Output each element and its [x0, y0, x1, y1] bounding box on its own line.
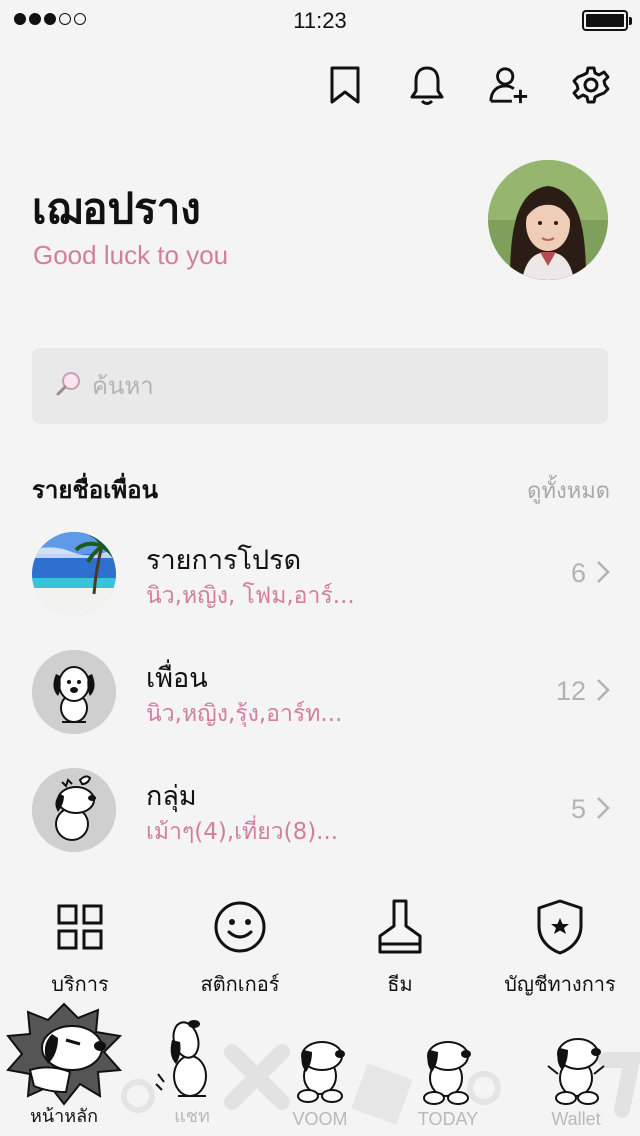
tab-label: Wallet: [551, 1109, 601, 1129]
snoopy-chat-icon: [155, 1020, 207, 1097]
group-count: 5: [570, 794, 586, 824]
header-actions: [324, 62, 612, 108]
profile-status-message[interactable]: Good luck to you: [33, 240, 228, 271]
snoopy-home-icon: [6, 1002, 123, 1106]
add-friend-icon[interactable]: [488, 62, 530, 108]
profile-name[interactable]: เฌอปราง: [32, 176, 201, 242]
brush-icon: [320, 896, 480, 958]
tab-label: หน้าหลัก: [29, 1106, 99, 1126]
group-members: นิว,หญิง,รุ้ง,อาร์ท...: [146, 701, 343, 727]
search-input[interactable]: [92, 372, 572, 400]
friends-thumbnail: [32, 650, 116, 734]
bookmark-icon[interactable]: [324, 62, 366, 108]
gear-icon[interactable]: [570, 62, 612, 108]
favorites-thumbnail: [32, 532, 116, 616]
friend-group-row-favorites[interactable]: รายการโปรด นิว,หญิง, โฟม,อาร์... 6: [0, 532, 640, 628]
shortcut-label: บริการ: [51, 972, 109, 996]
tab-home[interactable]: หน้าหลัก: [0, 1000, 128, 1136]
shortcut-bar: บริการ สติกเกอร์ ธีม บัญชีทางการ: [0, 896, 640, 996]
friend-group-row-friends[interactable]: เพื่อน นิว,หญิง,รุ้ง,อาร์ท... 12: [0, 650, 640, 746]
view-all-link[interactable]: ดูทั้งหมด: [527, 473, 610, 508]
group-count: 12: [555, 676, 586, 706]
group-title: เพื่อน: [146, 663, 208, 694]
friend-group-row-groups[interactable]: กลุ่ม เม้าๆ(4),เที่ยว(8)... 5: [0, 768, 640, 864]
shortcut-label: ธีม: [387, 972, 413, 996]
group-members: นิว,หญิง, โฟม,อาร์...: [146, 583, 355, 609]
group-count: 6: [570, 558, 586, 588]
status-bar: 11:23: [0, 0, 640, 40]
tab-voom[interactable]: VOOM: [256, 1000, 384, 1136]
services-shortcut[interactable]: บริการ: [0, 896, 160, 1000]
group-title: รายการโปรด: [146, 545, 302, 576]
tab-today[interactable]: TODAY: [384, 1000, 512, 1136]
chevron-right-icon: [596, 796, 610, 824]
tab-bar: หน้าหลัก แชท VOOM TODAY Wallet: [0, 1000, 640, 1136]
tab-label: แชท: [174, 1106, 210, 1126]
shortcut-label: บัญชีทางการ: [504, 972, 616, 996]
search-box[interactable]: [32, 348, 608, 424]
tab-label: VOOM: [292, 1109, 348, 1129]
stickers-shortcut[interactable]: สติกเกอร์: [160, 896, 320, 1000]
themes-shortcut[interactable]: ธีม: [320, 896, 480, 1000]
battery-tip: [629, 17, 632, 25]
profile-avatar[interactable]: [488, 160, 608, 280]
snoopy-voom-icon: [297, 1041, 345, 1103]
tab-label: TODAY: [417, 1109, 479, 1129]
chevron-right-icon: [596, 560, 610, 588]
chevron-right-icon: [596, 678, 610, 706]
search-icon: [56, 371, 82, 401]
friends-section-title: รายชื่อเพื่อน: [32, 476, 158, 504]
battery-icon: [582, 10, 632, 31]
official-accounts-shortcut[interactable]: บัญชีทางการ: [480, 896, 640, 1000]
groups-thumbnail: [32, 768, 116, 852]
group-title: กลุ่ม: [146, 781, 197, 812]
battery-level: [586, 14, 624, 27]
bell-icon[interactable]: [406, 62, 448, 108]
snoopy-wallet-icon: [547, 1038, 605, 1105]
grid-icon: [0, 896, 160, 958]
smiley-icon: [160, 896, 320, 958]
shield-star-icon: [480, 896, 640, 958]
tab-chat[interactable]: แชท: [128, 1000, 256, 1136]
snoopy-today-icon: [423, 1041, 471, 1105]
tab-wallet[interactable]: Wallet: [512, 1000, 640, 1136]
clock: 11:23: [293, 8, 347, 33]
group-members: เม้าๆ(4),เที่ยว(8)...: [146, 819, 339, 845]
shortcut-label: สติกเกอร์: [200, 972, 280, 996]
